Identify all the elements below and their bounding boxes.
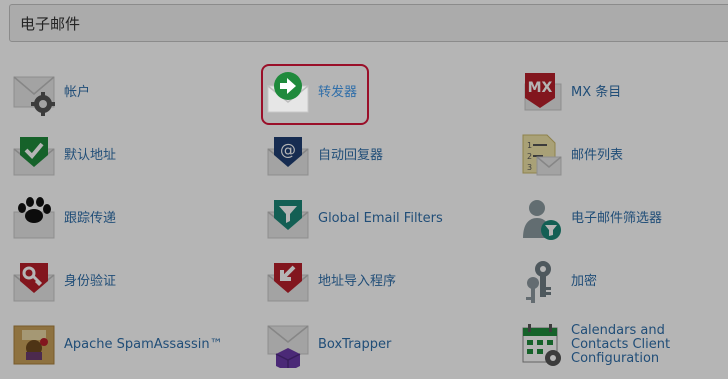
track-delivery-label: 跟踪传递 (64, 211, 117, 226)
keys-icon (519, 259, 563, 305)
spamassassin-label: Apache SpamAssassin™ (64, 337, 223, 352)
mx-entry-label: MX 条目 (571, 85, 622, 100)
mailing-lists-link[interactable]: 1 2 3 邮件列表 (519, 131, 623, 181)
mailing-list-icon: 1 2 3 (519, 133, 563, 179)
section-title: 电子邮件 (20, 15, 81, 33)
encryption-label: 加密 (571, 274, 598, 289)
svg-text:1: 1 (527, 141, 532, 150)
svg-text:2: 2 (527, 152, 532, 161)
user-filter-icon (519, 196, 563, 242)
email-accounts-label: 帐户 (64, 85, 91, 100)
email-section-header: 电子邮件 (9, 4, 728, 42)
mail-box-cube-icon (266, 322, 310, 368)
email-accounts-link[interactable]: 帐户 (12, 68, 90, 118)
mail-checkmark-icon (12, 133, 56, 179)
mail-filter-funnel-icon (266, 196, 310, 242)
address-importer-link[interactable]: 地址导入程序 (266, 257, 396, 307)
mail-forward-arrow-icon (266, 70, 310, 116)
global-email-filters-link[interactable]: Global Email Filters (266, 194, 443, 244)
paw-print-icon (12, 196, 56, 242)
svg-text:MX: MX (528, 80, 553, 96)
mx-entry-link[interactable]: MX MX 条目 (519, 68, 621, 118)
mail-gear-icon (12, 70, 56, 116)
svg-text:3: 3 (527, 163, 532, 172)
encryption-link[interactable]: 加密 (519, 257, 597, 307)
spamassassin-icon (12, 322, 56, 368)
default-address-label: 默认地址 (64, 148, 117, 163)
spamassassin-link[interactable]: Apache SpamAssassin™ (12, 320, 223, 370)
mail-at-sign-icon: @ (266, 133, 310, 179)
email-filters-link[interactable]: 电子邮件筛选器 (519, 194, 662, 244)
forwarders-label: 转发器 (318, 85, 358, 100)
forwarders-link[interactable]: 转发器 (266, 68, 357, 118)
boxtrapper-label: BoxTrapper (318, 337, 392, 352)
svg-text:@: @ (280, 140, 296, 159)
global-email-filters-label: Global Email Filters (318, 211, 443, 226)
email-filters-label: 电子邮件筛选器 (571, 211, 663, 226)
calendar-icon (519, 322, 563, 368)
autoresponders-link[interactable]: @ 自动回复器 (266, 131, 383, 181)
address-importer-label: 地址导入程序 (318, 274, 397, 289)
mailing-lists-label: 邮件列表 (571, 148, 624, 163)
calendars-contacts-config-link[interactable]: Calendars and Contacts Client Configurat… (519, 320, 721, 370)
calendars-contacts-config-label: Calendars and Contacts Client Configurat… (571, 323, 671, 366)
mail-key-icon (12, 259, 56, 305)
mx-record-icon: MX (519, 70, 563, 116)
default-address-link[interactable]: 默认地址 (12, 131, 116, 181)
autoresponders-label: 自动回复器 (318, 148, 384, 163)
boxtrapper-link[interactable]: BoxTrapper (266, 320, 391, 370)
authentication-label: 身份验证 (64, 274, 117, 289)
authentication-link[interactable]: 身份验证 (12, 257, 116, 307)
track-delivery-link[interactable]: 跟踪传递 (12, 194, 116, 244)
mail-import-arrow-icon (266, 259, 310, 305)
